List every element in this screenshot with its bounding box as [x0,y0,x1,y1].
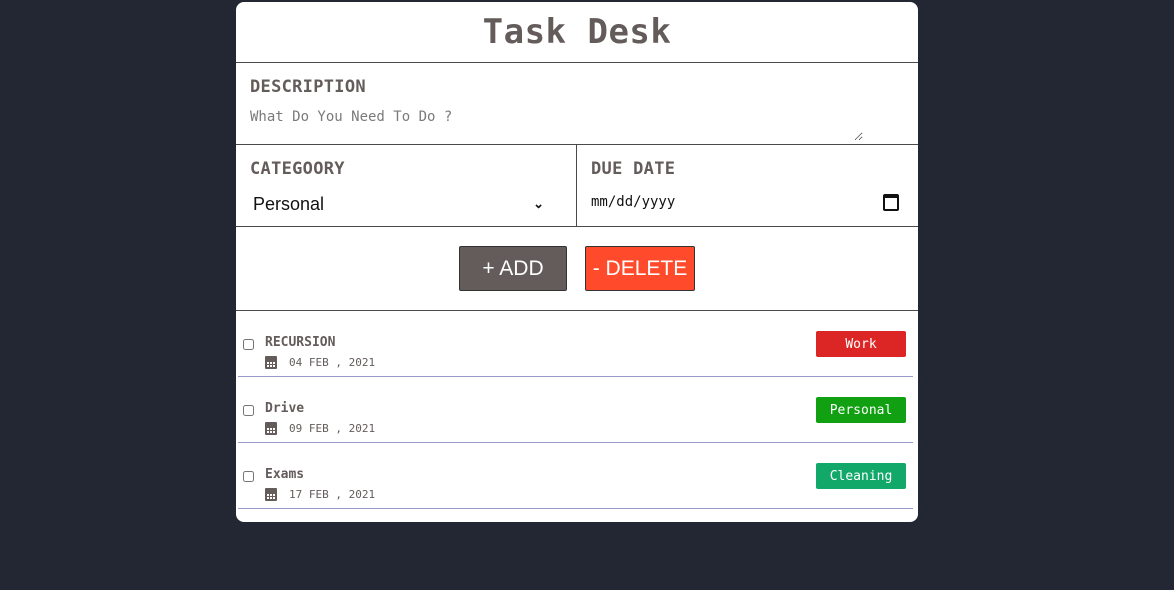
chevron-down-icon: ⌄ [533,196,544,211]
task-date-text: 04 FEB , 2021 [289,356,376,369]
description-label: DESCRIPTION [250,77,366,97]
task-item: RECURSION 04 FEB , 2021 Work [238,311,913,377]
app-title: Task Desk [236,2,918,63]
category-label: CATEGOORY [250,159,345,179]
add-button[interactable]: + ADD [459,246,567,291]
task-date-text: 17 FEB , 2021 [289,488,376,501]
due-date-label: DUE DATE [591,159,676,179]
task-name: Drive [265,401,305,416]
action-buttons: + ADD - DELETE [236,227,918,311]
task-date: 04 FEB , 2021 [265,356,375,369]
task-item: Exams 17 FEB , 2021 Cleaning [238,443,913,509]
task-list: RECURSION 04 FEB , 2021 Work Drive 09 FE… [236,311,918,509]
category-selected-value: Personal [253,193,325,214]
delete-button[interactable]: - DELETE [585,246,695,291]
task-checkbox[interactable] [243,339,254,350]
due-date-section: DUE DATE mm/dd/yyyy [577,145,918,226]
calendar-icon[interactable] [883,193,899,211]
due-date-input[interactable]: mm/dd/yyyy [591,189,901,215]
task-date: 17 FEB , 2021 [265,488,375,501]
task-date-text: 09 FEB , 2021 [289,422,376,435]
description-input[interactable] [250,109,863,141]
task-date: 09 FEB , 2021 [265,422,375,435]
task-checkbox[interactable] [243,471,254,482]
task-item: Drive 09 FEB , 2021 Personal [238,377,913,443]
task-name: RECURSION [265,335,336,350]
category-section: CATEGOORY Personal ⌄ [236,145,577,226]
calendar-icon [265,356,277,369]
calendar-icon [265,488,277,501]
due-date-placeholder: mm/dd/yyyy [591,194,676,210]
category-due-row: CATEGOORY Personal ⌄ DUE DATE mm/dd/yyyy [236,145,918,227]
calendar-icon [265,422,277,435]
category-select[interactable]: Personal ⌄ [250,191,548,217]
category-badge: Personal [816,397,906,423]
task-checkbox[interactable] [243,405,254,416]
task-name: Exams [265,467,305,482]
category-badge: Cleaning [816,463,906,489]
category-badge: Work [816,331,906,357]
task-desk-card: Task Desk DESCRIPTION CATEGOORY Personal… [236,2,918,522]
description-section: DESCRIPTION [236,63,918,145]
